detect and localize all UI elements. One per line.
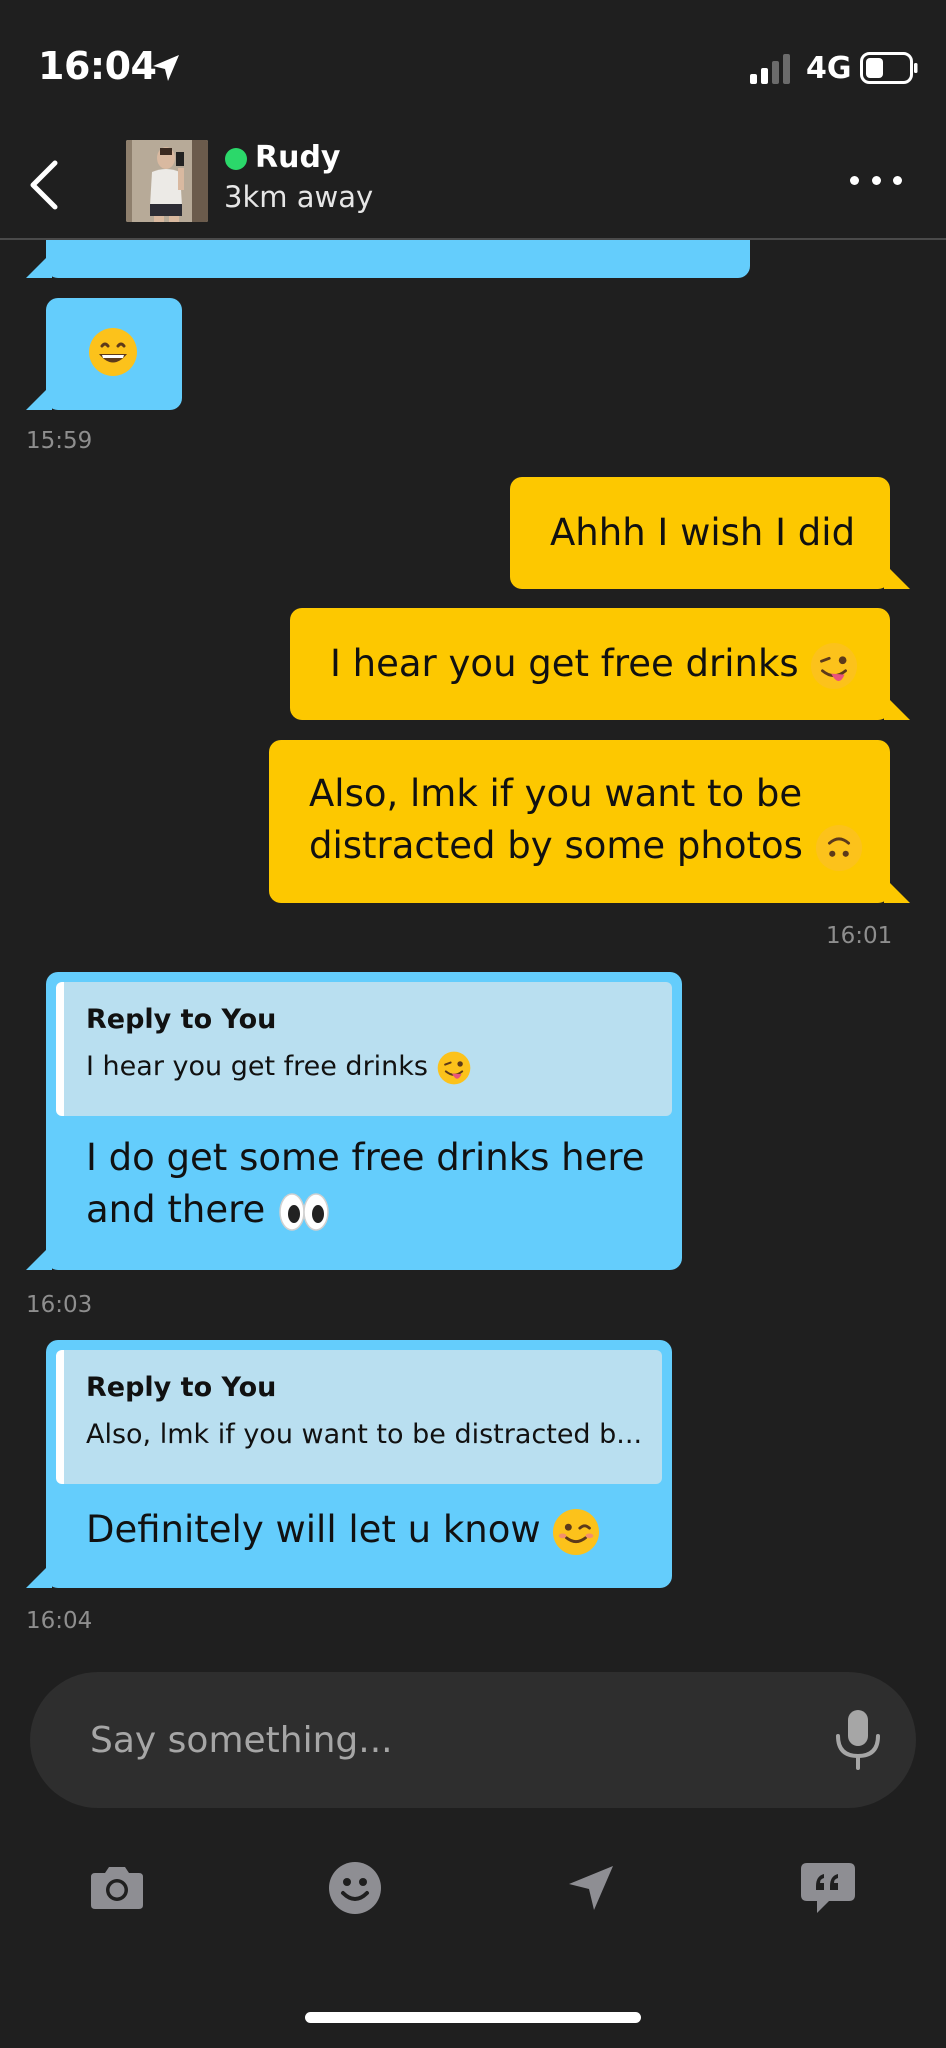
message-text: I do get some free drinks here and there <box>86 1132 645 1236</box>
reply-quote-title: Reply to You <box>86 1372 277 1403</box>
dot <box>893 175 902 185</box>
reply-quote-title: Reply to You <box>86 1004 277 1035</box>
message-text-content: Definitely will let u know <box>86 1508 541 1551</box>
back-button[interactable] <box>16 152 72 218</box>
signal-strength-icon <box>750 54 790 84</box>
reply-quote-text: Also, lmk if you want to be distracted b… <box>86 1419 640 1450</box>
incoming-message[interactable] <box>46 298 182 410</box>
message-line: I do get some free drinks here <box>86 1136 645 1179</box>
quick-reply-button[interactable] <box>793 1858 863 1918</box>
contact-name[interactable]: Rudy <box>255 140 341 175</box>
message-line: and there <box>86 1184 645 1236</box>
message-text: Definitely will let u know <box>86 1504 600 1556</box>
message-timestamp: 16:01 <box>826 923 893 949</box>
grinning-face-emoji <box>89 328 137 376</box>
bubble-tail <box>884 563 910 589</box>
message-line-content: distracted by some photos <box>309 824 803 867</box>
online-status-indicator <box>225 148 247 170</box>
chevron-left-icon <box>30 160 58 210</box>
winking-face-emoji <box>553 1508 600 1555</box>
message-line: Also, lmk if you want to be <box>309 772 803 815</box>
upside-down-face-emoji <box>815 824 862 871</box>
chat-header: Rudy 3km away <box>0 130 946 240</box>
reply-quote-text: I hear you get free drinks <box>86 1048 650 1086</box>
network-type: 4G <box>806 51 852 86</box>
winking-tongue-emoji <box>811 642 858 689</box>
message-text: I hear you get free drinks <box>330 638 858 690</box>
status-time: 16:04 <box>38 44 157 88</box>
camera-icon <box>91 1867 143 1909</box>
location-services-icon <box>153 55 179 81</box>
message-line: distracted by some photos <box>309 820 863 872</box>
bubble-tail <box>26 384 52 410</box>
home-indicator[interactable] <box>305 2012 641 2023</box>
dot <box>850 175 859 185</box>
status-bar: 16:04 4G <box>0 0 946 130</box>
outgoing-message[interactable]: I hear you get free drinks <box>290 608 890 720</box>
message-text-content: I hear you get free drinks <box>330 642 799 685</box>
winking-tongue-emoji <box>437 1051 470 1084</box>
outgoing-message[interactable]: Also, lmk if you want to be distracted b… <box>269 740 890 903</box>
bubble-tail <box>26 1244 52 1270</box>
message-text: Ahhh I wish I did <box>550 511 856 554</box>
bubble-tail <box>884 877 910 903</box>
incoming-reply-message[interactable]: Reply to You I hear you get free drinks … <box>46 972 682 1270</box>
reply-quote[interactable]: Reply to You Also, lmk if you want to be… <box>56 1350 662 1484</box>
quick-reply-icon <box>801 1863 855 1913</box>
message-timestamp: 16:04 <box>26 1608 93 1634</box>
message-timestamp: 15:59 <box>26 428 93 454</box>
contact-distance: 3km away <box>224 180 374 214</box>
outgoing-message[interactable]: Ahhh I wish I did <box>510 477 890 589</box>
share-location-button[interactable] <box>556 1858 626 1918</box>
message-line-content: and there <box>86 1188 266 1231</box>
emoji-button[interactable] <box>320 1858 390 1918</box>
profile-photo <box>126 140 208 222</box>
bubble-tail <box>884 694 910 720</box>
emoji-icon <box>329 1862 381 1914</box>
message-text: Also, lmk if you want to be distracted b… <box>309 768 863 872</box>
eyes-emoji <box>279 1192 329 1231</box>
bubble-tail <box>26 1562 52 1588</box>
message-input[interactable] <box>90 1712 790 1768</box>
bubble-tail <box>26 252 52 278</box>
microphone-icon <box>836 1710 880 1770</box>
camera-button[interactable] <box>82 1858 152 1918</box>
reply-quote-content: I hear you get free drinks <box>86 1051 428 1082</box>
more-options-button[interactable] <box>844 160 908 200</box>
dot <box>871 175 881 185</box>
location-icon <box>569 1866 613 1910</box>
reply-quote[interactable]: Reply to You I hear you get free drinks <box>56 982 672 1116</box>
message-composer <box>30 1672 916 1808</box>
message-timestamp: 16:03 <box>26 1292 93 1318</box>
incoming-reply-message[interactable]: Reply to You Also, lmk if you want to be… <box>46 1340 672 1588</box>
avatar[interactable] <box>126 140 208 222</box>
voice-message-button[interactable] <box>830 1708 886 1772</box>
battery-icon <box>860 52 918 84</box>
